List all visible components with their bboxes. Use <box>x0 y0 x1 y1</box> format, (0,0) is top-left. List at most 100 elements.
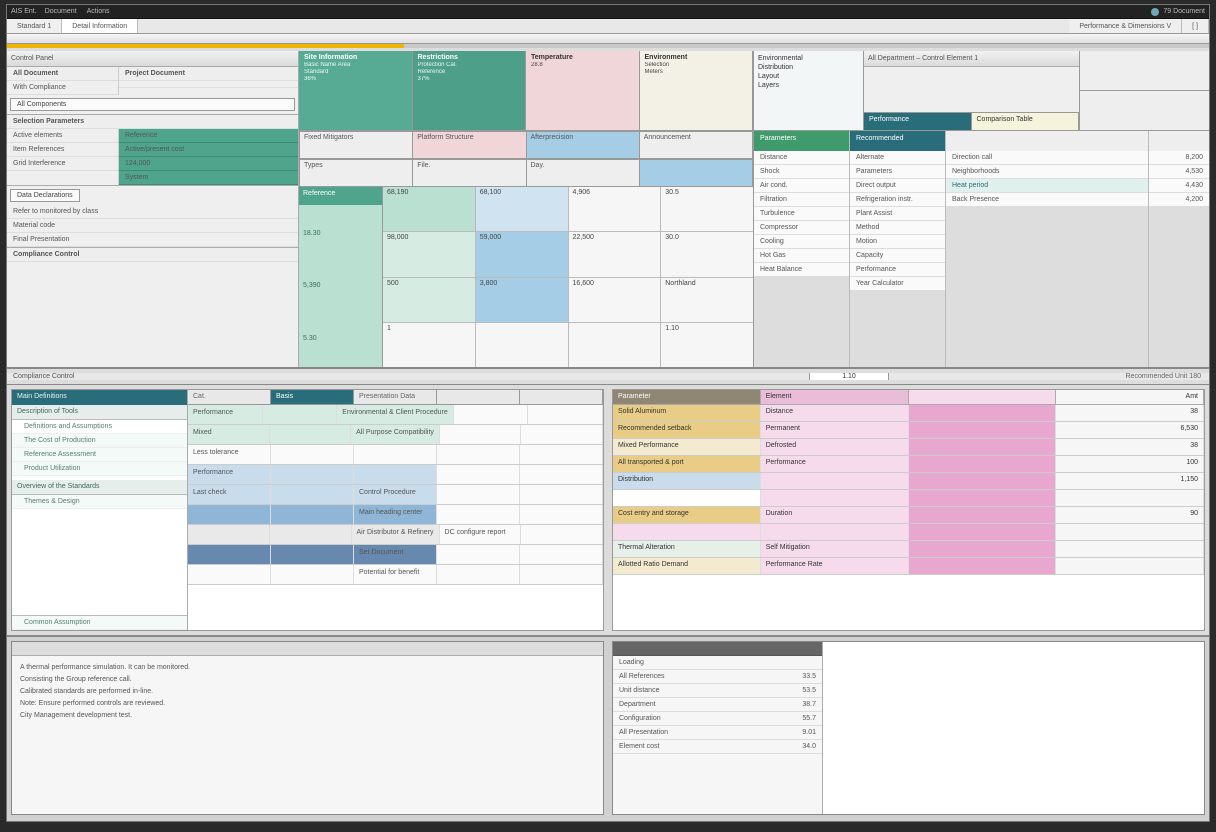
br-item[interactable]: Department38.7 <box>613 698 822 712</box>
lr-cell[interactable]: Allotted Ratio Demand <box>613 558 761 574</box>
br-item[interactable]: All References33.5 <box>613 670 822 684</box>
ll-cell[interactable]: Control Procedure <box>354 485 437 504</box>
tab-performance[interactable]: Performance & Dimensions V <box>1069 19 1182 33</box>
tab-detail[interactable]: Detail Information <box>62 19 138 33</box>
lp-b0[interactable]: With Compliance <box>7 81 118 95</box>
lr-cell[interactable] <box>761 490 909 506</box>
br-item[interactable]: Unit distance53.5 <box>613 684 822 698</box>
tab-perf[interactable]: Performance <box>864 113 972 130</box>
ll-cell[interactable] <box>437 445 520 464</box>
cell-site[interactable]: Site Information Basic Name Area Standar… <box>299 51 413 130</box>
gb2-1[interactable]: File. <box>413 159 526 187</box>
lr-cell[interactable] <box>909 541 1057 557</box>
btn-all-components[interactable]: All Components <box>10 98 295 111</box>
lr-cell[interactable] <box>909 524 1057 540</box>
ll-cell[interactable] <box>437 545 520 564</box>
sec1-1[interactable]: Item References <box>7 143 118 157</box>
tab-standard[interactable]: Standard 1 <box>7 19 62 33</box>
br-item[interactable]: Configuration55.7 <box>613 712 822 726</box>
cell-restr[interactable]: Restrictions Protection Cal. Reference 3… <box>413 51 527 130</box>
lp-b1[interactable] <box>119 81 298 88</box>
lr-cell[interactable] <box>909 456 1057 472</box>
lr-cell[interactable] <box>909 558 1057 574</box>
lr-cell[interactable] <box>909 439 1057 455</box>
gb2-0[interactable]: Types <box>299 159 413 187</box>
ll-cell[interactable] <box>354 465 437 484</box>
ll-cell[interactable] <box>188 565 271 584</box>
lr-cell[interactable] <box>909 473 1057 489</box>
ll-cell[interactable] <box>188 525 270 544</box>
ll-cell[interactable]: Environmental & Client Procedure <box>337 405 453 424</box>
lr-cell[interactable]: Mixed Performance <box>613 439 761 455</box>
ll-cell[interactable] <box>270 525 352 544</box>
cell-env[interactable]: Environment Selection Meters <box>640 51 754 130</box>
lr-cell[interactable]: 90 <box>1056 507 1204 523</box>
lr-cell[interactable]: Performance Rate <box>761 558 909 574</box>
lr-cell[interactable]: Solid Aluminum <box>613 405 761 421</box>
lr-cell[interactable]: Performance <box>761 456 909 472</box>
lr-cell[interactable] <box>613 490 761 506</box>
ll-cell[interactable] <box>437 565 520 584</box>
lr-cell[interactable]: 100 <box>1056 456 1204 472</box>
ll-cell[interactable]: Performance <box>188 465 271 484</box>
tab-brackets[interactable]: [ ] <box>1182 19 1209 33</box>
gb-1[interactable]: Platform Structure <box>413 131 526 159</box>
lr-cell[interactable] <box>909 507 1057 523</box>
ll-cell[interactable] <box>520 505 603 524</box>
lr-cell[interactable] <box>909 490 1057 506</box>
s2-0[interactable]: Refer to monitored by class <box>7 205 298 219</box>
ll-cell[interactable] <box>528 405 603 424</box>
lr-cell[interactable] <box>613 524 761 540</box>
ll-cell[interactable] <box>271 485 354 504</box>
ll-cell[interactable] <box>271 545 354 564</box>
ll-cell[interactable] <box>520 485 603 504</box>
cell-temp[interactable]: Temperature 28.8 <box>526 51 640 130</box>
tab-comp[interactable]: Comparison Table <box>972 113 1080 130</box>
br-item[interactable]: Loading <box>613 656 822 670</box>
ll-cell[interactable]: All Purpose Compatibility <box>351 425 440 444</box>
ll-cell[interactable]: Set Document <box>354 545 437 564</box>
ll-cell[interactable]: Mixed <box>188 425 270 444</box>
lp-a1[interactable]: Project Document <box>119 67 298 81</box>
br-item[interactable]: All Presentation9.01 <box>613 726 822 740</box>
ll-cell[interactable]: Potential for benefit <box>354 565 437 584</box>
lr-cell[interactable] <box>761 473 909 489</box>
lr-cell[interactable]: Recommended setback <box>613 422 761 438</box>
ll-cell[interactable] <box>271 505 354 524</box>
lr-cell[interactable]: 1,150 <box>1056 473 1204 489</box>
ll-cell[interactable]: DC configure report <box>440 525 522 544</box>
lr-cell[interactable]: Cost entry and storage <box>613 507 761 523</box>
gb2-3[interactable] <box>640 159 753 187</box>
ll-cell[interactable] <box>354 445 437 464</box>
btn-data-decl[interactable]: Data Declarations <box>10 189 80 202</box>
ll-cell[interactable] <box>188 545 271 564</box>
ll-cell[interactable] <box>437 505 520 524</box>
menu-document[interactable]: Document <box>45 8 77 15</box>
ll-cell[interactable] <box>271 565 354 584</box>
ll-cell[interactable] <box>440 425 522 444</box>
sec1-2[interactable]: Grid Interference <box>7 157 118 171</box>
lr-cell[interactable]: Distance <box>761 405 909 421</box>
ll-cell[interactable] <box>520 465 603 484</box>
lp-a0[interactable]: All Document <box>7 67 118 81</box>
lr-cell[interactable] <box>761 524 909 540</box>
ll-cell[interactable] <box>521 425 603 444</box>
ll-cell[interactable]: Air Distributor & Refinery <box>352 525 440 544</box>
lr-cell[interactable]: Distribution <box>613 473 761 489</box>
ll-cell[interactable] <box>271 445 354 464</box>
s2-1[interactable]: Material code <box>7 219 298 233</box>
lr-cell[interactable]: Defrosted <box>761 439 909 455</box>
gb-3[interactable]: Announcement <box>640 131 753 159</box>
ll-cell[interactable] <box>437 485 520 504</box>
ll-cell[interactable] <box>263 405 338 424</box>
lr-cell[interactable] <box>909 405 1057 421</box>
gb2-2[interactable]: Day. <box>527 159 640 187</box>
ll-cell[interactable] <box>271 465 354 484</box>
ll-cell[interactable] <box>270 425 352 444</box>
menu-actions[interactable]: Actions <box>87 8 110 15</box>
ll-cell[interactable]: Performance <box>188 405 263 424</box>
ll-cell[interactable]: Last check <box>188 485 271 504</box>
lr-cell[interactable]: Self Mitigation <box>761 541 909 557</box>
lr-cell[interactable]: Duration <box>761 507 909 523</box>
lr-cell[interactable] <box>1056 524 1204 540</box>
